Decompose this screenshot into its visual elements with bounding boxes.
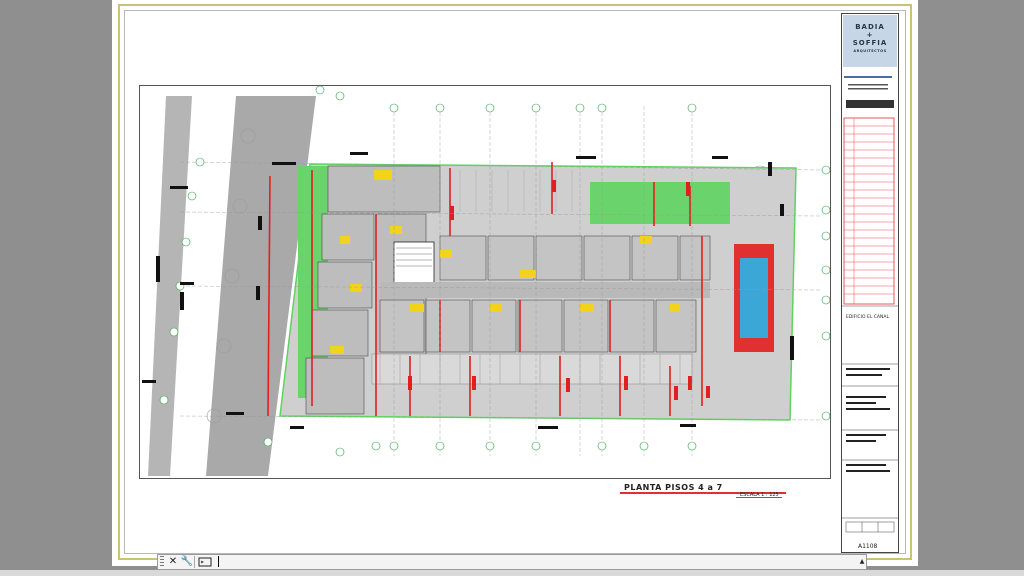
command-input[interactable] xyxy=(220,556,820,567)
firm-subtitle: ARQUITECTOS xyxy=(853,49,887,53)
floor-plan-drawing xyxy=(142,86,830,476)
chevron-up-icon[interactable]: ▲ xyxy=(857,556,867,568)
command-prompt-icon[interactable] xyxy=(198,556,212,568)
command-input-caret xyxy=(218,556,219,567)
apartment-row-top xyxy=(439,235,711,281)
plan-viewport[interactable] xyxy=(139,85,831,479)
firm-logo: BADIA + SOFFIA ARQUITECTOS xyxy=(843,15,897,67)
command-line-grip-handle[interactable] xyxy=(160,556,164,568)
central-corridor xyxy=(380,282,710,298)
close-icon[interactable]: ✕ xyxy=(166,556,180,568)
status-bar xyxy=(0,570,1024,576)
plan-title: PLANTA PISOS 4 a 7 xyxy=(624,483,723,492)
pool xyxy=(740,258,768,338)
firm-name-line2: SOFFIA xyxy=(852,39,888,47)
title-block-graphics xyxy=(842,76,900,533)
firm-name-line1: BADIA xyxy=(855,23,885,31)
firm-name-separator: + xyxy=(866,31,874,39)
street-strip-outer xyxy=(148,96,192,476)
apartment-row-bottom xyxy=(379,299,697,353)
title-block xyxy=(841,13,900,553)
sheet-number: A1108 xyxy=(858,543,878,550)
command-line-separator xyxy=(194,556,195,568)
project-name: EDIFICIO EL CANAL xyxy=(846,315,889,320)
green-garden-top xyxy=(590,182,730,224)
plan-scale-underline xyxy=(736,497,782,498)
wrench-icon[interactable]: 🔧 xyxy=(180,556,194,568)
